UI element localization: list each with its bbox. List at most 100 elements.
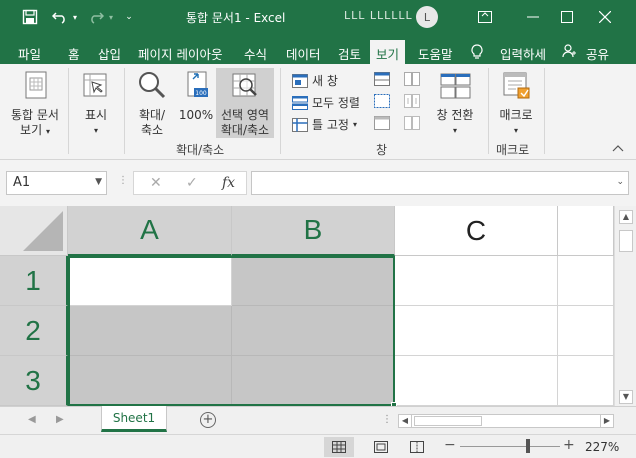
chevron-down-icon[interactable]: ▼ [95, 177, 102, 187]
formula-input[interactable]: ⌄ [251, 171, 629, 195]
chevron-down-icon: ▾ [93, 126, 98, 135]
cell-a1[interactable] [68, 256, 232, 306]
share-button[interactable]: 공유 [580, 40, 615, 64]
view-side-by-side-icon[interactable] [404, 72, 420, 89]
cell-c1[interactable] [395, 256, 558, 306]
freeze-panes-button[interactable]: 틀 고정 ▾ [292, 116, 357, 133]
select-all-button[interactable] [0, 206, 68, 256]
tab-insert[interactable]: 삽입 [92, 40, 127, 64]
prev-sheet-icon[interactable]: ◀ [28, 414, 36, 425]
redo-icon[interactable] [86, 8, 106, 26]
page-break-preview-icon[interactable] [402, 437, 432, 457]
cell-a3[interactable] [68, 356, 232, 406]
insert-function-icon[interactable]: fx [222, 175, 235, 191]
collapse-ribbon-icon[interactable] [612, 144, 626, 156]
new-window-button[interactable]: 새 창 [292, 72, 338, 89]
column-header-partial[interactable] [558, 206, 614, 256]
cell-a2[interactable] [68, 306, 232, 356]
account-name[interactable]: LLL LLLLLL [344, 9, 413, 22]
zoom-to-selection-label: 선택 영역 [221, 108, 269, 122]
zoom-100-button[interactable]: 100 100% [176, 70, 216, 123]
arrange-all-button[interactable]: 모두 정렬 [292, 94, 360, 111]
enter-icon[interactable]: ✓ [186, 175, 198, 191]
tab-formulas[interactable]: 수식 [238, 40, 273, 64]
zoom-label-2: 축소 [140, 123, 164, 137]
scroll-down-icon[interactable]: ▼ [619, 390, 633, 404]
undo-dropdown-icon[interactable]: ▾ [70, 8, 80, 26]
macros-button[interactable]: 매크로 ▾ [492, 70, 540, 138]
switch-windows-button[interactable]: 창 전환 ▾ [428, 70, 482, 138]
sheet-tab-sheet1[interactable]: Sheet1 [101, 406, 167, 432]
split-icon[interactable] [374, 72, 390, 89]
scroll-right-icon[interactable]: ▶ [600, 414, 614, 428]
tab-home[interactable]: 홈 [62, 40, 86, 64]
formula-bar-resize-handle[interactable]: ⋮ [118, 175, 128, 186]
worksheet-grid: A B C 1 2 3 ▲ ▼ [0, 206, 636, 408]
normal-view-icon[interactable] [324, 437, 354, 457]
redo-dropdown-icon[interactable]: ▾ [106, 8, 116, 26]
tab-split-handle[interactable]: ⋮ [382, 414, 392, 425]
name-box[interactable]: A1 ▼ [6, 171, 107, 195]
horizontal-scrollbar[interactable]: ◀ ▶ [398, 414, 614, 428]
synchronous-scrolling-icon[interactable] [404, 94, 420, 111]
cell-d2[interactable] [558, 306, 614, 356]
undo-icon[interactable] [50, 8, 70, 26]
close-icon[interactable] [594, 6, 616, 28]
cell-d3[interactable] [558, 356, 614, 406]
column-header-a[interactable]: A [68, 206, 232, 256]
cell-d1[interactable] [558, 256, 614, 306]
customize-qat-icon[interactable]: ⌄ [122, 8, 136, 26]
column-header-b[interactable]: B [232, 206, 395, 256]
name-box-value: A1 [13, 175, 31, 190]
save-icon[interactable] [20, 8, 40, 26]
tab-file[interactable]: 파일 [12, 40, 47, 64]
zoom-out-button[interactable]: − [444, 437, 456, 453]
share-icon[interactable] [562, 40, 582, 64]
scroll-left-icon[interactable]: ◀ [398, 414, 412, 428]
reset-window-position-icon[interactable] [404, 116, 420, 133]
unhide-icon[interactable] [374, 116, 390, 133]
row-header-3[interactable]: 3 [0, 356, 68, 406]
cancel-icon[interactable]: ✕ [150, 175, 162, 191]
next-sheet-icon[interactable]: ▶ [56, 414, 64, 425]
workbook-views-button[interactable]: 통합 문서 보기 ▾ [6, 70, 64, 139]
tab-help[interactable]: 도움말 [412, 40, 459, 64]
scroll-up-icon[interactable]: ▲ [619, 210, 633, 224]
vertical-scroll-thumb[interactable] [619, 230, 633, 252]
cell-b3[interactable] [232, 356, 395, 406]
workbook-views-icon [19, 70, 51, 104]
row-header-1[interactable]: 1 [0, 256, 68, 306]
show-button[interactable]: 표시 ▾ [74, 70, 118, 138]
minimize-icon[interactable] [522, 6, 544, 28]
zoom-in-button[interactable]: + [563, 437, 575, 453]
maximize-icon[interactable] [556, 6, 578, 28]
tab-page-layout[interactable]: 페이지 레이아웃 [132, 40, 228, 64]
zoom-slider-track[interactable] [460, 446, 560, 447]
tell-me-search[interactable]: 입력하세 [494, 40, 552, 64]
workbook-views-label-2: 보기 [20, 123, 43, 137]
cell-b1[interactable] [232, 256, 395, 306]
zoom-to-selection-button[interactable]: 선택 영역 확대/축소 [216, 68, 274, 138]
ribbon-display-options-icon[interactable] [474, 6, 496, 28]
cell-c3[interactable] [395, 356, 558, 406]
row-header-2[interactable]: 2 [0, 306, 68, 356]
avatar[interactable]: L [416, 6, 438, 28]
tab-review[interactable]: 검토 [332, 40, 367, 64]
page-layout-view-icon[interactable] [366, 437, 396, 457]
zoom-button[interactable]: 확대/ 축소 [130, 70, 174, 138]
hide-icon[interactable] [374, 94, 390, 111]
horizontal-scroll-thumb[interactable] [414, 416, 482, 426]
expand-formula-bar-icon[interactable]: ⌄ [616, 177, 624, 187]
tab-data[interactable]: 데이터 [280, 40, 327, 64]
cell-c2[interactable] [395, 306, 558, 356]
zoom-level[interactable]: 227% [585, 440, 619, 454]
tell-me-icon[interactable] [470, 40, 490, 64]
column-header-c[interactable]: C [395, 206, 558, 256]
zoom-group-label: 확대/축소 [176, 143, 225, 157]
add-sheet-icon[interactable]: + [200, 412, 216, 428]
macros-label: 매크로 [499, 108, 533, 122]
cell-b2[interactable] [232, 306, 395, 356]
vertical-scrollbar[interactable]: ▲ ▼ [614, 206, 636, 406]
tab-view[interactable]: 보기 [370, 40, 406, 64]
zoom-slider-knob[interactable] [526, 439, 530, 453]
